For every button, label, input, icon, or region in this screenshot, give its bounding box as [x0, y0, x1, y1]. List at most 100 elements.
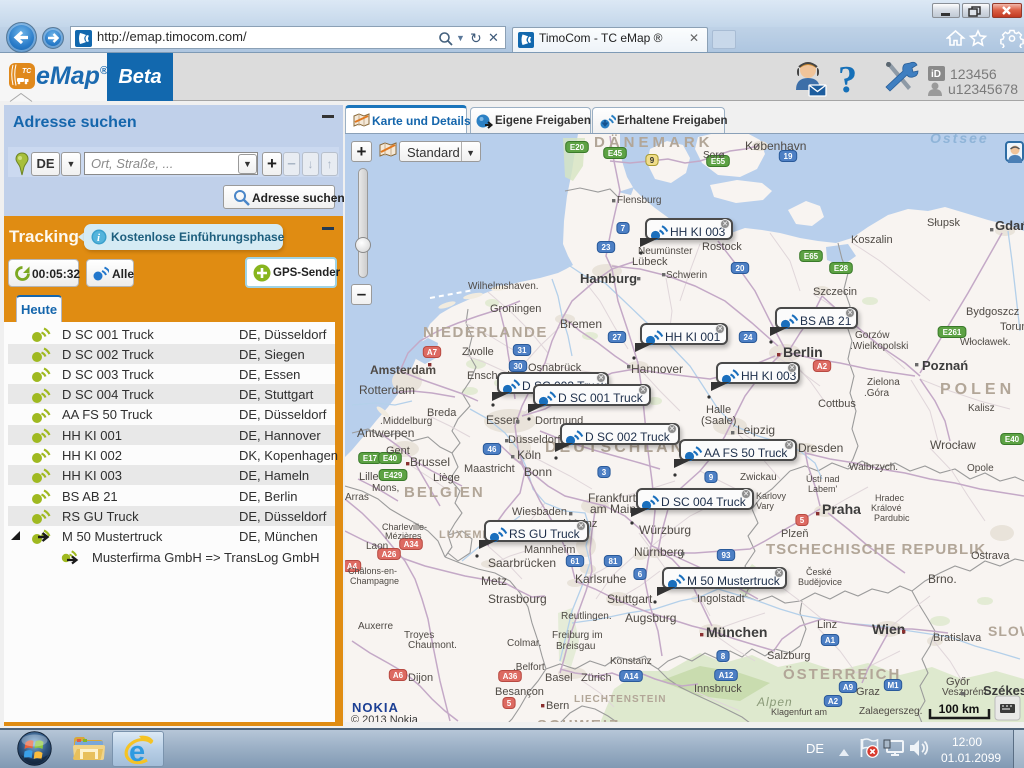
svg-text:Châlons-en-: Châlons-en-	[348, 566, 397, 576]
svg-text:Augsburg: Augsburg	[625, 611, 676, 625]
svg-text:Liège: Liège	[433, 472, 460, 484]
svg-text:Maastricht: Maastricht	[464, 463, 515, 475]
svg-text:© 2013 Nokia: © 2013 Nokia	[351, 714, 419, 722]
svg-text:am Main: am Main	[590, 502, 636, 516]
svg-text:Hannover: Hannover	[631, 362, 683, 376]
svg-text:Budějovice: Budějovice	[798, 577, 842, 587]
svg-text:Arras: Arras	[345, 492, 369, 503]
svg-text:Colmar.: Colmar.	[507, 638, 541, 649]
svg-text:Rotterdam: Rotterdam	[359, 383, 415, 397]
svg-text:Ostrava: Ostrava	[971, 550, 1010, 562]
svg-text:E17: E17	[363, 454, 378, 463]
svg-text:Konstanz: Konstanz	[610, 656, 652, 667]
svg-text:Saarbrücken: Saarbrücken	[488, 556, 556, 570]
svg-text:München: München	[706, 624, 767, 640]
svg-text:20: 20	[736, 264, 745, 273]
svg-text:SCHWEIZ: SCHWEIZ	[537, 717, 620, 722]
svg-text:Groningen: Groningen	[490, 303, 541, 315]
svg-text:.Belfort: .Belfort	[513, 662, 545, 673]
svg-text:Dresden: Dresden	[798, 441, 843, 455]
svg-text:Linz: Linz	[817, 619, 837, 631]
svg-text:Opole: Opole	[967, 463, 994, 474]
svg-text:Besançon: Besançon	[495, 686, 544, 698]
svg-text:Graz: Graz	[856, 686, 880, 698]
svg-text:9: 9	[709, 473, 714, 482]
svg-text:SLOWA: SLOWA	[988, 623, 1024, 639]
svg-text:Bratislava: Bratislava	[933, 632, 982, 644]
svg-text:Cottbus: Cottbus	[818, 398, 856, 410]
svg-text:Metz: Metz	[481, 574, 507, 588]
svg-text:Auxerre: Auxerre	[358, 621, 393, 632]
svg-text:TSCHECHISCHE REPUBLIK: TSCHECHISCHE REPUBLIK	[766, 541, 986, 558]
svg-text:Walbrzych.: Walbrzych.	[849, 462, 898, 473]
svg-text:Brno.: Brno.	[928, 572, 957, 586]
svg-text:Breisgau: Breisgau	[556, 641, 595, 652]
svg-text:Szczecin: Szczecin	[813, 286, 857, 298]
svg-text:e: e	[129, 736, 145, 766]
svg-text:A9: A9	[843, 683, 854, 692]
svg-text:Mons,: Mons,	[372, 483, 399, 494]
svg-text:81: 81	[609, 557, 618, 566]
svg-text:93: 93	[722, 551, 731, 560]
svg-text:Bydgoszcz: Bydgoszcz	[966, 306, 1019, 318]
svg-text:Essen: Essen	[486, 413, 519, 427]
svg-text:31: 31	[518, 346, 527, 355]
svg-text:19: 19	[784, 152, 793, 161]
svg-text:Klagenfurt am: Klagenfurt am	[771, 707, 827, 717]
svg-text:Bremen: Bremen	[560, 317, 602, 331]
svg-text:Pardubic: Pardubic	[874, 513, 910, 523]
svg-text:Hradec: Hradec	[875, 493, 905, 503]
svg-text:Berlin: Berlin	[783, 344, 823, 360]
svg-text:Würzburg: Würzburg	[639, 523, 691, 537]
svg-text:E65: E65	[804, 252, 819, 261]
svg-text:POLEN: POLEN	[940, 381, 1015, 398]
svg-text:København: København	[745, 139, 806, 153]
svg-text:Ostsee: Ostsee	[930, 134, 989, 146]
svg-text:E429: E429	[384, 471, 403, 480]
svg-text:Brussel: Brussel	[410, 455, 450, 469]
svg-text:Champagne: Champagne	[350, 576, 399, 586]
svg-text:E40: E40	[1005, 435, 1020, 444]
svg-text:České: České	[806, 567, 832, 577]
svg-text:E20: E20	[570, 143, 585, 152]
svg-text:Koszalin: Koszalin	[851, 234, 893, 246]
svg-text:Lille: Lille	[359, 471, 379, 483]
svg-text:Neumünster: Neumünster	[638, 246, 693, 257]
svg-text:7: 7	[621, 224, 626, 233]
svg-text:Hamburg: Hamburg	[580, 271, 637, 286]
svg-text:Słupsk: Słupsk	[927, 217, 961, 229]
svg-text:Poznań: Poznań	[922, 358, 968, 373]
svg-text:Wrocław: Wrocław	[930, 438, 976, 452]
svg-text:46: 46	[488, 445, 497, 454]
svg-text:Zwickau: Zwickau	[740, 472, 777, 483]
svg-text:Flensburg: Flensburg	[617, 195, 661, 206]
svg-text:Basel: Basel	[545, 672, 573, 684]
svg-text:Gorzów: Gorzów	[855, 330, 890, 341]
svg-text:ÖSTERREICH: ÖSTERREICH	[783, 666, 901, 683]
svg-text:E261: E261	[943, 328, 962, 337]
svg-text:A34: A34	[404, 540, 419, 549]
svg-text:NIEDERLANDE: NIEDERLANDE	[423, 324, 548, 341]
svg-text:Praha: Praha	[822, 501, 861, 517]
svg-text:Gdańsk: Gdańsk	[995, 218, 1024, 233]
svg-text:Innsbruck: Innsbruck	[694, 683, 742, 695]
svg-text:Králové: Králové	[871, 503, 902, 513]
svg-text:Ústí nad: Ústí nad	[806, 474, 840, 484]
svg-text:Lübeck: Lübeck	[632, 256, 668, 268]
svg-text:A36: A36	[503, 672, 518, 681]
svg-text:A6: A6	[393, 671, 404, 680]
svg-text:Kalisz: Kalisz	[968, 403, 995, 414]
svg-text:Reutlingen.: Reutlingen.	[561, 611, 612, 622]
svg-text:5: 5	[507, 699, 512, 708]
svg-text:E28: E28	[834, 264, 849, 273]
svg-text:8: 8	[721, 652, 726, 661]
svg-text:A1: A1	[825, 636, 836, 645]
svg-text:Zalaegerszeg.: Zalaegerszeg.	[859, 706, 922, 717]
svg-text:123456: 123456	[950, 66, 997, 82]
svg-text:Schwerin: Schwerin	[666, 270, 707, 281]
svg-text:Freiburg im: Freiburg im	[552, 630, 603, 641]
svg-text:A2: A2	[828, 697, 839, 706]
svg-text:Salzburg: Salzburg	[767, 650, 810, 662]
svg-text:A2: A2	[817, 362, 828, 371]
svg-text:Bonn: Bonn	[524, 465, 552, 479]
